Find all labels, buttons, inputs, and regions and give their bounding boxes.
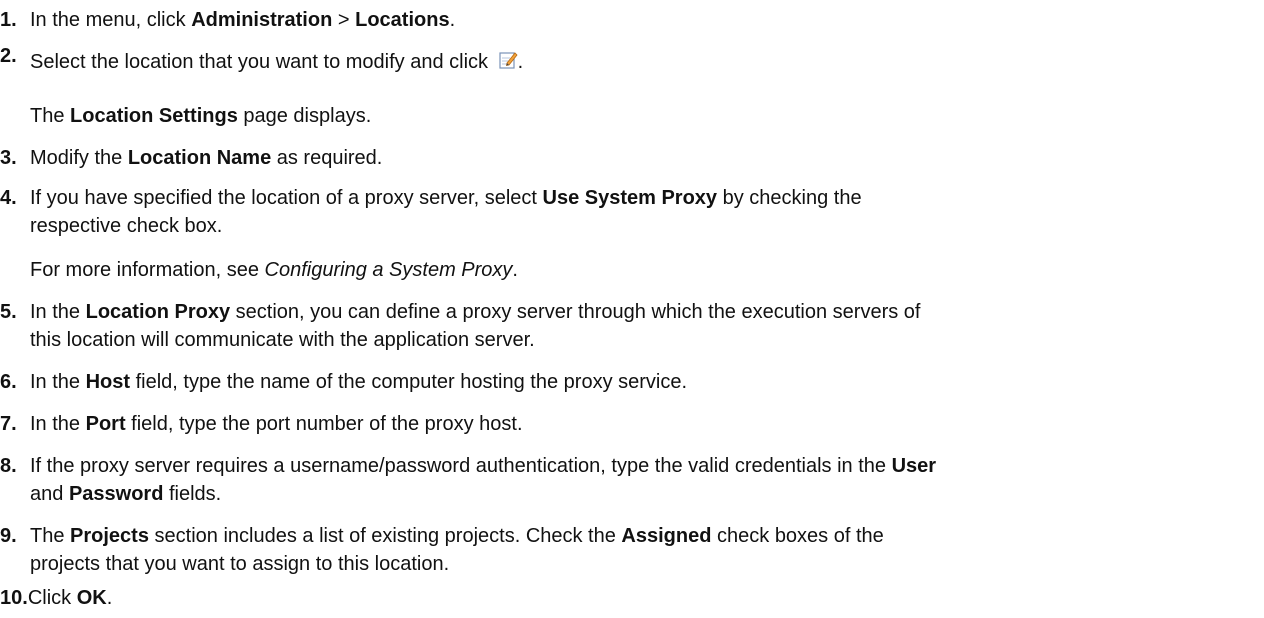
assigned-checkboxes: Assigned: [621, 525, 712, 547]
step-2: 2. Select the location that you want to …: [0, 45, 523, 76]
step-number: 7.: [0, 413, 17, 435]
step-number: 1.: [0, 9, 17, 31]
step-text: The Projects section includes a list of …: [30, 525, 884, 575]
step-7: 7. In the Port field, type the port numb…: [0, 410, 523, 438]
step-number: 6.: [0, 371, 17, 393]
step-number: 8.: [0, 455, 17, 477]
step-number: 5.: [0, 301, 17, 323]
host-field: Host: [85, 371, 131, 393]
step-text: Select the location that you want to mod…: [30, 50, 524, 73]
location-proxy-section: Location Proxy: [85, 301, 231, 323]
step-10: 10.Click OK.: [0, 584, 112, 612]
password-field: Password: [68, 483, 164, 505]
step-text: In the Host field, type the name of the …: [30, 371, 688, 393]
step-3: 3. Modify the Location Name as required.: [0, 144, 382, 172]
step-number: 10.: [0, 587, 28, 609]
step-text: In the Port field, type the port number …: [30, 413, 523, 435]
step-2-result-note: The Location Settings page displays.: [30, 105, 372, 127]
step-9: 9. The Projects section includes a list …: [0, 522, 884, 575]
step-1: 1. In the menu, click Administration > L…: [0, 6, 455, 34]
step-text: Modify the Location Name as required.: [30, 147, 383, 169]
step-6: 6. In the Host field, type the name of t…: [0, 368, 687, 396]
step-text: Click OK.: [27, 587, 113, 609]
step-5: 5. In the Location Proxy section, you ca…: [0, 298, 920, 351]
menu-locations: Locations: [355, 9, 450, 31]
step-number: 9.: [0, 525, 17, 547]
step-text: If the proxy server requires a username/…: [30, 455, 937, 505]
step-number: 3.: [0, 147, 17, 169]
system-proxy-reference: Configuring a System Proxy: [264, 259, 513, 281]
step-text: In the menu, click Administration > Loca…: [30, 9, 456, 31]
location-name-field: Location Name: [127, 147, 272, 169]
use-system-proxy-option: Use System Proxy: [542, 187, 718, 209]
port-field: Port: [85, 413, 126, 435]
step-4-reference-note: For more information, see Configuring a …: [30, 259, 518, 281]
ok-button-label: OK: [76, 587, 107, 609]
location-settings-page: Location Settings: [70, 105, 238, 127]
step-text: If you have specified the location of a …: [30, 187, 862, 237]
step-4: 4. If you have specified the location of…: [0, 184, 862, 237]
user-field: User: [891, 455, 937, 477]
step-number: 2.: [0, 45, 17, 67]
projects-section: Projects: [70, 525, 149, 547]
edit-icon: [498, 50, 518, 70]
step-number: 4.: [0, 187, 17, 209]
menu-administration: Administration: [191, 9, 333, 31]
step-8: 8. If the proxy server requires a userna…: [0, 452, 936, 505]
step-text: In the Location Proxy section, you can d…: [30, 301, 921, 351]
